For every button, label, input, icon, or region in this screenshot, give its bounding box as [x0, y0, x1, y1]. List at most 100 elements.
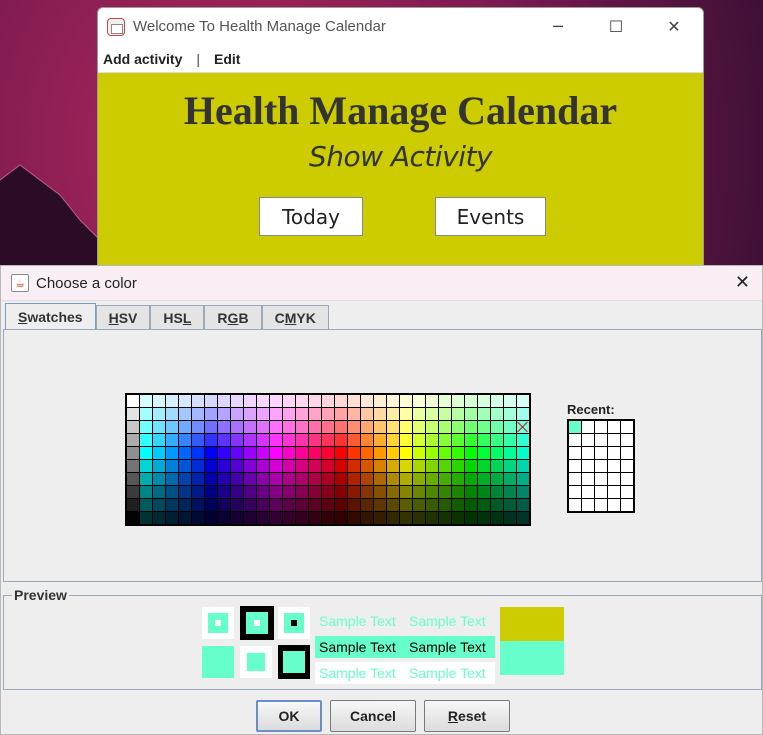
color-swatch[interactable] — [231, 460, 243, 472]
recent-swatch[interactable] — [595, 421, 607, 433]
color-swatch[interactable] — [400, 499, 412, 511]
color-swatch[interactable] — [192, 499, 204, 511]
color-swatch[interactable] — [140, 486, 152, 498]
color-swatch[interactable] — [439, 408, 451, 420]
color-swatch[interactable] — [491, 486, 503, 498]
color-swatch[interactable] — [335, 447, 347, 459]
color-swatch[interactable] — [335, 395, 347, 407]
color-swatch[interactable] — [478, 512, 490, 524]
color-swatch[interactable] — [413, 434, 425, 446]
color-swatch[interactable] — [465, 447, 477, 459]
color-swatch[interactable] — [439, 421, 451, 433]
color-swatch[interactable] — [244, 499, 256, 511]
color-swatch[interactable] — [452, 499, 464, 511]
color-swatch[interactable] — [270, 473, 282, 485]
minimize-button[interactable]: ─ — [529, 8, 587, 45]
color-swatch[interactable] — [322, 473, 334, 485]
color-swatch[interactable] — [478, 460, 490, 472]
color-swatch[interactable] — [322, 434, 334, 446]
color-swatch[interactable] — [231, 486, 243, 498]
color-swatch[interactable] — [153, 460, 165, 472]
color-swatch[interactable] — [218, 512, 230, 524]
color-swatch[interactable] — [153, 421, 165, 433]
color-swatch[interactable] — [426, 434, 438, 446]
color-swatch[interactable] — [231, 447, 243, 459]
color-swatch[interactable] — [153, 512, 165, 524]
color-swatch[interactable] — [127, 421, 139, 433]
color-swatch[interactable] — [335, 512, 347, 524]
recent-swatch[interactable] — [582, 486, 594, 498]
color-swatch[interactable] — [452, 395, 464, 407]
color-swatch[interactable] — [322, 447, 334, 459]
color-swatch[interactable] — [309, 421, 321, 433]
color-swatch[interactable] — [218, 434, 230, 446]
color-swatch[interactable] — [504, 408, 516, 420]
color-swatch[interactable] — [452, 486, 464, 498]
recent-swatch[interactable] — [608, 460, 620, 472]
color-swatch[interactable] — [452, 473, 464, 485]
color-swatch[interactable] — [504, 421, 516, 433]
color-swatch[interactable] — [413, 512, 425, 524]
recent-swatch[interactable] — [608, 473, 620, 485]
color-swatch[interactable] — [244, 434, 256, 446]
color-swatch[interactable] — [127, 512, 139, 524]
color-swatch[interactable] — [504, 460, 516, 472]
color-swatch[interactable] — [140, 460, 152, 472]
color-swatch[interactable] — [517, 408, 529, 420]
recent-swatch[interactable] — [621, 421, 633, 433]
color-swatch[interactable] — [205, 395, 217, 407]
color-swatch[interactable] — [140, 512, 152, 524]
color-swatch[interactable] — [348, 499, 360, 511]
color-swatch[interactable] — [192, 512, 204, 524]
color-swatch[interactable] — [127, 473, 139, 485]
color-swatch[interactable] — [140, 395, 152, 407]
color-swatch[interactable] — [348, 512, 360, 524]
tab-cmyk[interactable]: C M YK — [261, 305, 329, 329]
color-swatch[interactable] — [270, 499, 282, 511]
color-swatch[interactable] — [387, 434, 399, 446]
color-swatch[interactable] — [140, 447, 152, 459]
recent-swatch[interactable] — [608, 447, 620, 459]
color-swatch[interactable] — [465, 408, 477, 420]
color-swatch[interactable] — [270, 434, 282, 446]
color-swatch[interactable] — [439, 460, 451, 472]
color-swatch[interactable] — [257, 434, 269, 446]
color-swatch[interactable] — [257, 486, 269, 498]
color-swatch[interactable] — [465, 499, 477, 511]
today-button[interactable]: Today — [259, 197, 363, 236]
color-swatch[interactable] — [413, 408, 425, 420]
color-swatch[interactable] — [491, 447, 503, 459]
color-swatch[interactable] — [166, 421, 178, 433]
color-swatch[interactable] — [270, 512, 282, 524]
color-swatch[interactable] — [127, 447, 139, 459]
color-swatch[interactable] — [244, 421, 256, 433]
color-swatch[interactable] — [309, 499, 321, 511]
color-swatch[interactable] — [257, 460, 269, 472]
color-swatch[interactable] — [283, 421, 295, 433]
color-swatch[interactable] — [335, 460, 347, 472]
recent-swatch[interactable] — [582, 421, 594, 433]
recent-swatch[interactable] — [608, 421, 620, 433]
color-swatch[interactable] — [322, 421, 334, 433]
color-swatch[interactable] — [244, 486, 256, 498]
color-swatch[interactable] — [166, 408, 178, 420]
color-swatch[interactable] — [322, 408, 334, 420]
color-swatch[interactable] — [244, 512, 256, 524]
color-swatch[interactable] — [166, 499, 178, 511]
color-swatch[interactable] — [205, 421, 217, 433]
color-swatch[interactable] — [374, 486, 386, 498]
color-swatch[interactable] — [296, 460, 308, 472]
recent-swatch[interactable] — [595, 434, 607, 446]
tab-rgb[interactable]: RGB — [204, 305, 262, 329]
color-swatch[interactable] — [374, 473, 386, 485]
color-swatch[interactable] — [166, 512, 178, 524]
color-swatch[interactable] — [387, 460, 399, 472]
color-swatch[interactable] — [166, 486, 178, 498]
color-swatch[interactable] — [387, 447, 399, 459]
color-swatch[interactable] — [348, 447, 360, 459]
color-swatch[interactable] — [374, 512, 386, 524]
recent-swatch[interactable] — [569, 486, 581, 498]
color-swatch[interactable] — [387, 486, 399, 498]
color-swatch[interactable] — [192, 395, 204, 407]
color-swatch[interactable] — [257, 447, 269, 459]
